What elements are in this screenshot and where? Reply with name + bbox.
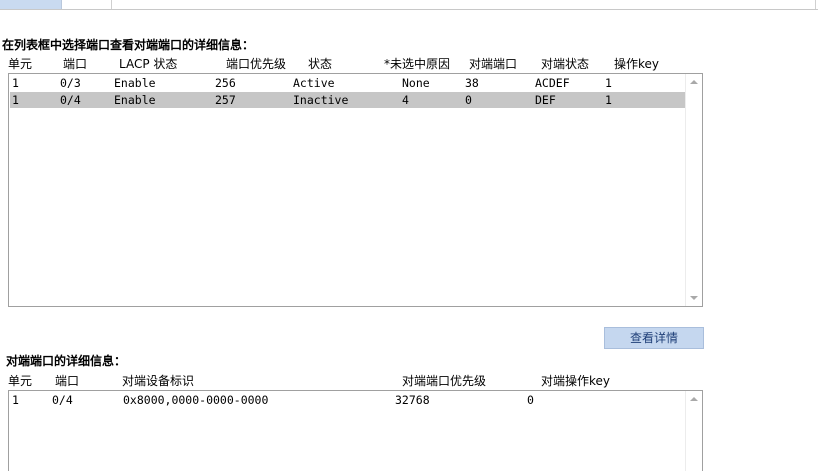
cell-port: 0/4	[60, 93, 81, 107]
tab-strip	[0, 0, 818, 10]
tab-active[interactable]	[0, 0, 62, 9]
peer-details-scrollbar[interactable]	[685, 391, 702, 471]
cell-key: 1	[605, 93, 612, 107]
header-peer-state: 对端状态	[541, 57, 590, 71]
table-row[interactable]: 1 0/3 Enable 256 Active None 38 ACDEF 1	[10, 75, 686, 91]
peer-details-title: 对端端口的详细信息：	[6, 354, 127, 368]
cell-state: Active	[293, 76, 335, 90]
header-port-priority: 端口优先级	[226, 57, 287, 71]
cell-priority: 257	[215, 93, 236, 107]
cell-peer-state: DEF	[535, 93, 556, 107]
cell-peer-state: ACDEF	[535, 76, 570, 90]
header-port: 端口	[55, 374, 80, 388]
port-list-title: 在列表框中选择端口查看对端端口的详细信息：	[2, 38, 255, 52]
scroll-up-icon[interactable]	[690, 397, 698, 401]
tab-second[interactable]	[62, 0, 112, 9]
port-listbox[interactable]: 1 0/3 Enable 256 Active None 38 ACDEF 1 …	[8, 73, 703, 307]
peer-details-listbox[interactable]: 1 0/4 0x8000,0000-0000-0000 32768 0	[8, 390, 703, 471]
cell-port: 0/3	[60, 76, 81, 90]
cell-unit: 1	[12, 93, 19, 107]
header-peer-operation-key: 对端操作key	[541, 374, 611, 388]
cell-peer-port: 38	[465, 76, 479, 90]
cell-unit: 1	[12, 393, 19, 407]
cell-peer-priority: 32768	[395, 393, 430, 407]
cell-lacp: Enable	[114, 93, 156, 107]
header-unit: 单元	[8, 374, 33, 388]
header-lacp-state: LACP 状态	[119, 57, 178, 71]
cell-peer-key: 0	[527, 393, 534, 407]
cell-reason: None	[402, 76, 430, 90]
header-peer-device-id: 对端设备标识	[122, 374, 195, 388]
header-port: 端口	[63, 57, 88, 71]
cell-state: Inactive	[293, 93, 349, 107]
header-unit: 单元	[8, 57, 33, 71]
scroll-down-icon[interactable]	[690, 296, 698, 300]
cell-port: 0/4	[52, 393, 73, 407]
table-row-selected[interactable]: 1 0/4 Enable 257 Inactive 4 0 DEF 1	[10, 92, 686, 108]
cell-key: 1	[605, 76, 612, 90]
cell-unit: 1	[12, 76, 19, 90]
header-peer-port: 对端端口	[469, 57, 518, 71]
cell-reason: 4	[402, 93, 409, 107]
view-details-button[interactable]: 查看详情	[604, 327, 704, 349]
cell-peer-port: 0	[465, 93, 472, 107]
table-row[interactable]: 1 0/4 0x8000,0000-0000-0000 32768 0	[10, 392, 686, 408]
port-list-scrollbar[interactable]	[685, 74, 702, 306]
header-unselected-reason: *未选中原因	[384, 57, 451, 71]
header-operation-key: 操作key	[614, 57, 660, 71]
header-peer-port-priority: 对端端口优先级	[402, 374, 487, 388]
cell-device-id: 0x8000,0000-0000-0000	[123, 393, 269, 407]
scroll-up-icon[interactable]	[690, 80, 698, 84]
cell-lacp: Enable	[114, 76, 156, 90]
cell-priority: 256	[215, 76, 236, 90]
header-state: 状态	[308, 57, 333, 71]
